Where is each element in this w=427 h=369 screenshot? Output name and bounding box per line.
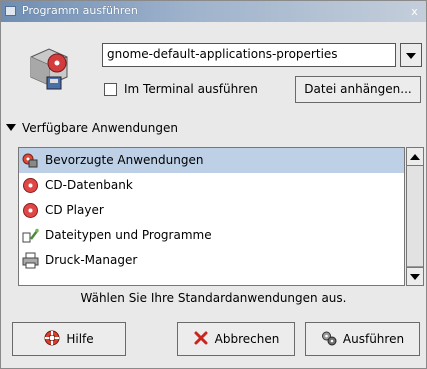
run-program-icon [27, 43, 71, 95]
run-application-dialog: Programm ausführen x gnome-default-appli… [0, 0, 427, 369]
command-input[interactable]: gnome-default-applications-properties [102, 43, 396, 67]
list-item-label: CD Player [45, 203, 104, 217]
window-title: Programm ausführen [22, 4, 138, 17]
list-item-label: CD-Datenbank [45, 178, 133, 192]
list-item[interactable]: CD Player [19, 198, 404, 223]
scroll-thumb[interactable] [407, 166, 423, 267]
list-item[interactable]: Druck-Manager [19, 248, 404, 273]
list-item[interactable]: CD-Datenbank [19, 173, 404, 198]
close-icon[interactable]: x [408, 5, 421, 18]
printer-icon [22, 252, 39, 269]
expander-label: Verfügbare Anwendungen [22, 121, 178, 135]
cancel-button[interactable]: Abbrechen [177, 322, 295, 356]
cancel-x-icon [193, 330, 209, 346]
gears-icon [321, 330, 337, 346]
list-item-label: Druck-Manager [45, 253, 138, 267]
help-button[interactable]: Hilfe [12, 322, 126, 356]
window-menu-icon[interactable] [5, 6, 16, 16]
list-scrollbar[interactable] [406, 147, 424, 286]
filetypes-icon [22, 227, 39, 244]
cancel-button-label: Abbrechen [214, 332, 280, 346]
list-item[interactable]: Bevorzugte Anwendungen [19, 148, 404, 173]
list-item-label: Dateitypen und Programme [45, 228, 212, 242]
scroll-down-icon[interactable] [407, 267, 423, 285]
status-text: Wählen Sie Ihre Standardanwendungen aus. [80, 291, 347, 305]
terminal-checkbox-label[interactable]: Im Terminal ausführen [124, 82, 258, 96]
cd-icon [22, 177, 39, 194]
lifebuoy-icon [44, 330, 60, 346]
command-combo[interactable]: gnome-default-applications-properties [102, 43, 422, 67]
help-button-label: Hilfe [66, 332, 94, 346]
title-bar[interactable]: Programm ausführen x [1, 1, 426, 22]
preferences-icon [22, 152, 39, 169]
list-item-label: Bevorzugte Anwendungen [45, 153, 204, 167]
combo-dropdown-button[interactable] [400, 43, 422, 67]
scroll-up-icon[interactable] [407, 148, 423, 166]
cd-icon [22, 202, 39, 219]
applications-list[interactable]: Bevorzugte Anwendungen CD-Datenbank CD P… [18, 147, 405, 286]
attach-file-button[interactable]: Datei anhängen... [295, 76, 421, 103]
run-button[interactable]: Ausführen [305, 322, 420, 356]
list-item[interactable]: Dateitypen und Programme [19, 223, 404, 248]
applications-expander[interactable]: Verfügbare Anwendungen [6, 121, 178, 135]
run-button-label: Ausführen [342, 332, 405, 346]
terminal-checkbox[interactable] [104, 83, 117, 96]
expander-arrow-icon [6, 124, 16, 131]
